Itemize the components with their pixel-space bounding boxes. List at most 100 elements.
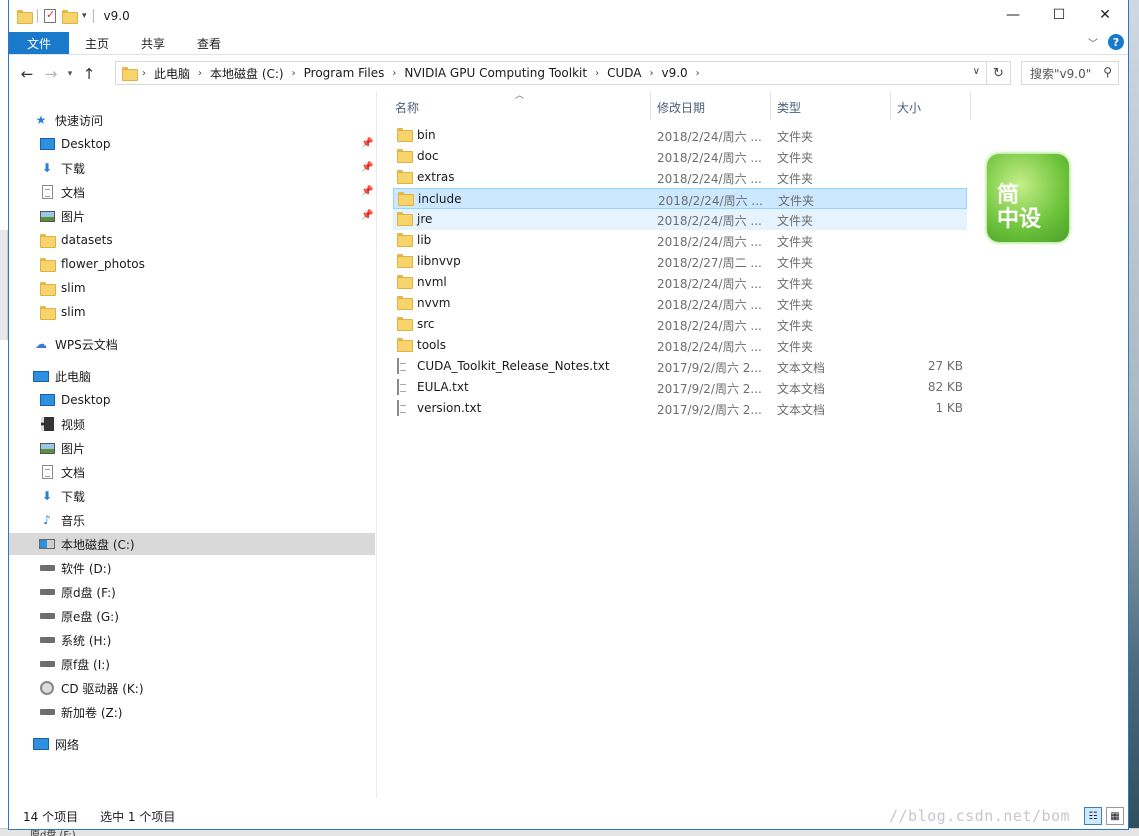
- chevron-right-icon[interactable]: ›: [290, 68, 298, 79]
- pin-icon[interactable]: 📌: [361, 138, 373, 149]
- new-folder-icon[interactable]: [62, 10, 78, 24]
- chevron-right-icon[interactable]: ›: [196, 68, 204, 79]
- sidebar-item-drive-d[interactable]: 软件 (D:): [39, 557, 111, 579]
- column-header-date[interactable]: 修改日期: [657, 96, 705, 118]
- breadcrumb-program-files[interactable]: Program Files: [298, 66, 391, 80]
- table-row[interactable]: nvml 2018/2/24/周六 ... 文件夹: [393, 272, 967, 293]
- folder-icon: [398, 192, 414, 206]
- background-window-edge: [0, 230, 8, 340]
- sidebar-wps-cloud[interactable]: ☁ WPS云文档: [33, 333, 118, 355]
- cell-date: 2018/2/24/周六 ...: [657, 319, 762, 333]
- search-input[interactable]: 搜索"v9.0" ⚲: [1021, 61, 1119, 85]
- sidebar-item-datasets[interactable]: datasets: [39, 229, 113, 251]
- table-row[interactable]: nvvm 2018/2/24/周六 ... 文件夹: [393, 293, 967, 314]
- tab-home[interactable]: 主页: [69, 32, 125, 54]
- sidebar-item-drive-f[interactable]: 原d盘 (F:): [39, 581, 116, 603]
- table-row[interactable]: extras 2018/2/24/周六 ... 文件夹: [393, 167, 967, 188]
- drive-icon: [39, 589, 55, 595]
- sidebar-item-drive-z[interactable]: 新加卷 (Z:): [39, 701, 122, 723]
- expand-ribbon-icon[interactable]: ﹀: [1088, 35, 1098, 50]
- sidebar-item-slim[interactable]: slim: [39, 277, 86, 299]
- sidebar-network[interactable]: 网络: [33, 733, 79, 755]
- network-icon: [33, 738, 49, 750]
- column-divider[interactable]: [970, 92, 971, 120]
- table-row[interactable]: doc 2018/2/24/周六 ... 文件夹: [393, 146, 967, 167]
- tab-file[interactable]: 文件: [9, 32, 70, 54]
- chevron-right-icon[interactable]: ›: [390, 68, 398, 79]
- chevron-right-icon[interactable]: ›: [593, 68, 601, 79]
- large-icons-view-icon[interactable]: ▦: [1106, 807, 1124, 825]
- sidebar-quick-access[interactable]: ★ 快速访问: [33, 109, 103, 131]
- cell-name: nvvm: [417, 296, 451, 310]
- column-header-type[interactable]: 类型: [777, 96, 801, 118]
- sidebar-item-label: 图片: [61, 209, 86, 224]
- tab-share[interactable]: 共享: [125, 32, 181, 54]
- cell-name: nvml: [417, 275, 447, 289]
- sidebar-item-downloads[interactable]: ⬇ 下载: [39, 157, 85, 179]
- maximize-button[interactable]: ☐: [1036, 0, 1082, 30]
- back-arrow-icon[interactable]: ←: [15, 65, 39, 83]
- table-row[interactable]: tools 2018/2/24/周六 ... 文件夹: [393, 335, 967, 356]
- sidebar-item-music[interactable]: ♪ 音乐: [39, 509, 85, 531]
- pin-icon[interactable]: 📌: [361, 186, 373, 197]
- tab-view[interactable]: 查看: [181, 32, 237, 54]
- breadcrumb-nvidia-toolkit[interactable]: NVIDIA GPU Computing Toolkit: [398, 66, 593, 80]
- sidebar-item-desktop[interactable]: Desktop: [39, 133, 111, 155]
- sidebar-item-pc-documents[interactable]: 文档: [39, 461, 85, 483]
- column-header-size[interactable]: 大小: [897, 96, 921, 118]
- up-arrow-icon[interactable]: ↑: [77, 65, 101, 83]
- table-row[interactable]: libnvvp 2018/2/27/周二 ... 文件夹: [393, 251, 967, 272]
- sidebar-this-pc[interactable]: 此电脑: [33, 365, 91, 387]
- table-row[interactable]: src 2018/2/24/周六 ... 文件夹: [393, 314, 967, 335]
- table-row[interactable]: EULA.txt 2017/9/2/周六 2... 文本文档 82 KB: [393, 377, 967, 398]
- sidebar-item-documents[interactable]: 文档: [39, 181, 85, 203]
- table-row[interactable]: lib 2018/2/24/周六 ... 文件夹: [393, 230, 967, 251]
- breadcrumb-local-disk[interactable]: 本地磁盘 (C:): [204, 65, 290, 82]
- sidebar-item-pictures[interactable]: 图片: [39, 205, 85, 227]
- recent-locations-icon[interactable]: ▾: [63, 69, 77, 79]
- cell-type: 文件夹: [777, 340, 814, 354]
- sidebar-item-drive-i[interactable]: 原f盘 (I:): [39, 653, 110, 675]
- pin-icon[interactable]: 📌: [361, 210, 373, 221]
- search-icon[interactable]: ⚲: [1103, 65, 1112, 79]
- sidebar-item-cd-drive-k[interactable]: CD 驱动器 (K:): [39, 677, 144, 699]
- table-row[interactable]: bin 2018/2/24/周六 ... 文件夹: [393, 125, 967, 146]
- table-row[interactable]: include 2018/2/24/周六 ... 文件夹: [393, 188, 967, 209]
- column-header-name[interactable]: 名称: [395, 96, 419, 118]
- address-bar[interactable]: › 此电脑 › 本地磁盘 (C:) › Program Files › NVID…: [115, 61, 1011, 85]
- forward-arrow-icon[interactable]: →: [39, 65, 63, 83]
- refresh-icon[interactable]: ↻: [986, 62, 1010, 84]
- column-divider[interactable]: [650, 92, 651, 120]
- chevron-right-icon[interactable]: ›: [647, 68, 655, 79]
- sidebar-item-pc-desktop[interactable]: Desktop: [39, 389, 111, 411]
- close-button[interactable]: ✕: [1082, 0, 1128, 30]
- breadcrumb-this-pc[interactable]: 此电脑: [148, 65, 196, 82]
- customize-toolbar-icon[interactable]: ▾: [82, 11, 87, 21]
- sidebar-item-videos[interactable]: 视频: [39, 413, 85, 435]
- sidebar-item-drive-h[interactable]: 系统 (H:): [39, 629, 111, 651]
- sidebar-item-slim[interactable]: slim: [39, 301, 86, 323]
- drive-icon: [39, 565, 55, 571]
- table-row[interactable]: CUDA_Toolkit_Release_Notes.txt 2017/9/2/周…: [393, 356, 967, 377]
- download-icon: ⬇: [41, 489, 53, 503]
- column-divider[interactable]: [890, 92, 891, 120]
- address-dropdown-icon[interactable]: ∨: [973, 66, 980, 77]
- sidebar-item-pc-downloads[interactable]: ⬇ 下载: [39, 485, 85, 507]
- minimize-button[interactable]: —: [990, 0, 1036, 30]
- help-icon[interactable]: ?: [1108, 34, 1124, 50]
- table-row[interactable]: version.txt 2017/9/2/周六 2... 文本文档 1 KB: [393, 398, 967, 419]
- download-icon: ⬇: [41, 161, 53, 175]
- pin-icon[interactable]: 📌: [361, 162, 373, 173]
- table-row[interactable]: jre 2018/2/24/周六 ... 文件夹: [393, 209, 967, 230]
- chevron-right-icon[interactable]: ›: [694, 68, 702, 79]
- chevron-right-icon[interactable]: ›: [140, 68, 148, 79]
- breadcrumb-cuda[interactable]: CUDA: [601, 66, 647, 80]
- properties-icon[interactable]: [44, 8, 56, 23]
- sidebar-item-pc-pictures[interactable]: 图片: [39, 437, 85, 459]
- sidebar-item-local-disk-c[interactable]: 本地磁盘 (C:): [9, 533, 375, 555]
- details-view-icon[interactable]: ☷: [1084, 807, 1102, 825]
- column-divider[interactable]: [770, 92, 771, 120]
- sidebar-item-flower-photos[interactable]: flower_photos: [39, 253, 145, 275]
- breadcrumb-v9[interactable]: v9.0: [655, 66, 693, 80]
- sidebar-item-drive-g[interactable]: 原e盘 (G:): [39, 605, 119, 627]
